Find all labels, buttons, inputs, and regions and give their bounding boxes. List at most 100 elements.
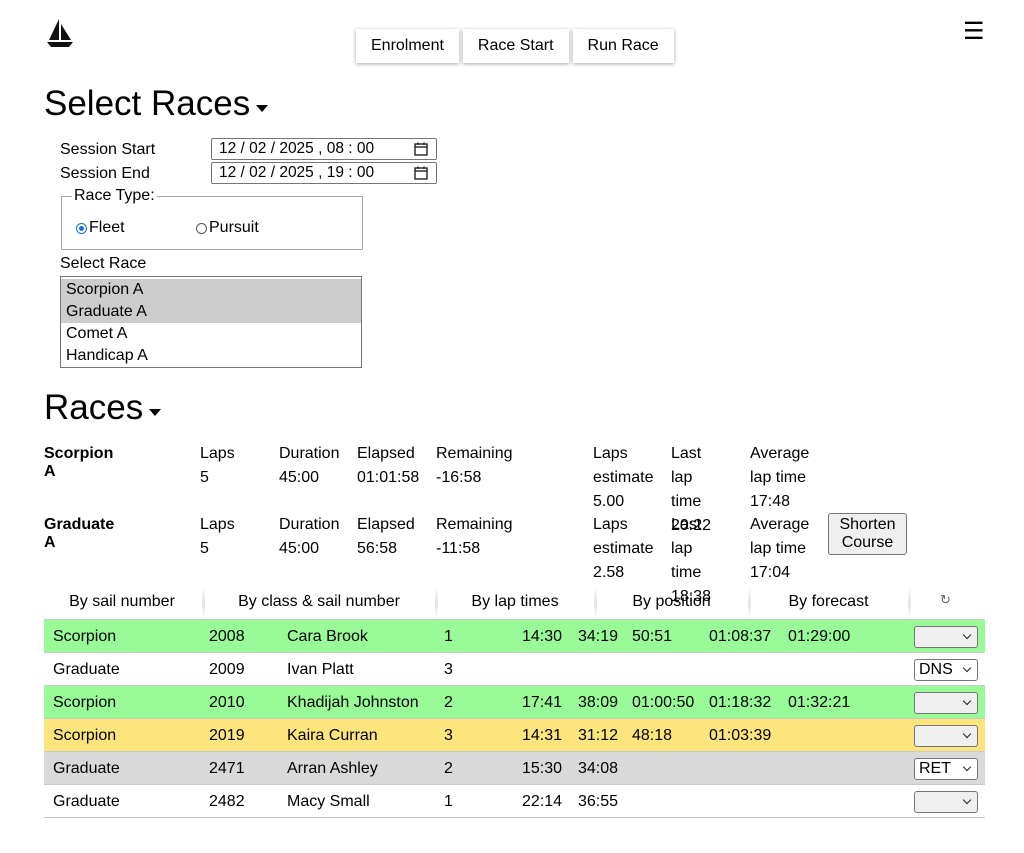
chevron-down-icon xyxy=(962,630,972,640)
entry-class: Graduate xyxy=(53,661,120,678)
entry-helm-name: Cara Brook xyxy=(287,628,368,645)
select-races-heading[interactable]: Select Races xyxy=(44,84,269,124)
entry-class: Scorpion xyxy=(53,628,117,645)
table-row[interactable]: Scorpion 2010 Khadijah Johnston 2 17:41 38:09… xyxy=(44,686,985,719)
entry-laps: 2 xyxy=(444,760,453,777)
entry-status-select[interactable] xyxy=(914,791,978,813)
table-row[interactable]: Scorpion 2019 Kaira Curran 3 14:31 31:12 48:18… xyxy=(44,719,985,752)
select-race-listbox[interactable]: Scorpion A Graduate A Comet A Handicap A xyxy=(60,276,362,368)
select-races-title: Select Races xyxy=(44,84,251,123)
entry-status-select[interactable]: DNS xyxy=(914,659,978,681)
session-start-input[interactable]: 12 / 02 / 2025 , 08 : 00 xyxy=(211,138,437,160)
tab-by-position[interactable]: By position xyxy=(597,587,746,617)
race-average-lap: Average lap time 17:04 xyxy=(750,516,810,581)
entry-helm-name: Arran Ashley xyxy=(287,760,378,777)
race-option-scorpion-a[interactable]: Scorpion A xyxy=(61,279,361,301)
table-row[interactable]: Scorpion 2008 Cara Brook 1 14:30 34:19 50:51 01… xyxy=(44,620,985,653)
session-end-value: 12 / 02 / 2025 , 19 : 00 xyxy=(219,164,375,181)
entry-status-select[interactable] xyxy=(914,626,978,648)
entry-laps: 2 xyxy=(444,694,453,711)
race-type-fleet-label: Fleet xyxy=(89,219,125,236)
races-heading[interactable]: Races xyxy=(44,388,162,428)
entry-sail-number: 2010 xyxy=(209,694,245,711)
entry-helm-name: Khadijah Johnston xyxy=(287,694,419,711)
race-name: Graduate A xyxy=(44,516,115,551)
top-nav: Enrolment Race Start Run Race xyxy=(356,29,674,63)
table-row[interactable]: Graduate 2471 Arran Ashley 2 15:30 34:08 RET xyxy=(44,752,985,785)
entry-status-value: DNS xyxy=(919,661,953,678)
entry-sail-number: 2009 xyxy=(209,661,245,678)
entry-lap-time: 14:31 xyxy=(521,727,562,744)
entries-table: Scorpion 2008 Cara Brook 1 14:30 34:19 50:51 01… xyxy=(44,619,985,818)
entry-sail-number: 2019 xyxy=(209,727,245,744)
sort-tabs: By sail number By class & sail number By… xyxy=(44,587,984,619)
race-option-graduate-a[interactable]: Graduate A xyxy=(61,301,361,323)
entry-lap-time: 01:29:00 xyxy=(788,628,851,645)
calendar-icon[interactable] xyxy=(414,166,428,180)
sailboat-logo-icon[interactable] xyxy=(46,18,74,48)
entry-lap-time: 48:18 xyxy=(632,727,673,744)
calendar-icon[interactable] xyxy=(414,142,428,156)
tab-divider xyxy=(908,587,911,619)
entry-laps: 1 xyxy=(444,793,453,810)
nav-race-start-button[interactable]: Race Start xyxy=(462,29,569,63)
entry-laps: 1 xyxy=(444,628,453,645)
entry-class: Scorpion xyxy=(53,694,117,711)
chevron-down-icon xyxy=(962,663,972,673)
session-end-input[interactable]: 12 / 02 / 2025 , 19 : 00 xyxy=(211,162,437,184)
race-name: Scorpion A xyxy=(44,445,114,480)
chevron-down-icon xyxy=(962,795,972,805)
refresh-icon[interactable]: ↻ xyxy=(940,592,951,608)
shorten-course-button[interactable]: Shorten Course xyxy=(828,513,907,555)
entry-lap-time: 01:03:39 xyxy=(709,727,772,744)
tab-by-lap-times[interactable]: By lap times xyxy=(438,587,592,617)
tab-by-forecast[interactable]: By forecast xyxy=(751,587,906,617)
entry-helm-name: Ivan Platt xyxy=(287,661,354,678)
entry-lap-time: 36:55 xyxy=(578,793,619,810)
entry-lap-time: 01:00:50 xyxy=(632,694,695,711)
entry-sail-number: 2008 xyxy=(209,628,245,645)
race-laps-estimate: Laps estimate 5.00 xyxy=(593,445,654,510)
chevron-down-icon xyxy=(962,729,972,739)
races-title: Races xyxy=(44,388,144,427)
session-end-label: Session End xyxy=(60,165,150,182)
tab-by-class-sail-number[interactable]: By class & sail number xyxy=(205,587,433,617)
race-average-lap: Average lap time 17:48 xyxy=(750,445,810,510)
entry-status-select[interactable] xyxy=(914,725,978,747)
caret-down-icon xyxy=(149,408,162,416)
entry-lap-time: 01:18:32 xyxy=(709,694,772,711)
entry-lap-time: 01:08:37 xyxy=(709,628,772,645)
entry-lap-time: 22:14 xyxy=(521,793,562,810)
race-type-fleet-radio[interactable]: Fleet xyxy=(76,219,125,237)
entry-status-select[interactable] xyxy=(914,692,978,714)
entry-class: Graduate xyxy=(53,760,120,777)
nav-enrolment-button[interactable]: Enrolment xyxy=(356,29,459,63)
nav-run-race-button[interactable]: Run Race xyxy=(572,29,674,63)
table-row[interactable]: Graduate 2009 Ivan Platt 3 DNS xyxy=(44,653,985,686)
entry-lap-time: 34:08 xyxy=(578,760,619,777)
entry-status-select[interactable]: RET xyxy=(914,758,978,780)
tab-by-sail-number[interactable]: By sail number xyxy=(44,587,200,617)
session-start-value: 12 / 02 / 2025 , 08 : 00 xyxy=(219,140,375,157)
race-remaining: Remaining -11:58 xyxy=(436,516,513,557)
race-laps: Laps 5 xyxy=(200,516,235,557)
hamburger-menu-icon[interactable]: ☰ xyxy=(963,20,985,44)
entry-class: Graduate xyxy=(53,793,120,810)
caret-down-icon xyxy=(256,104,269,112)
race-option-handicap-a[interactable]: Handicap A xyxy=(61,345,361,367)
entry-lap-time: 34:19 xyxy=(578,628,619,645)
race-option-comet-a[interactable]: Comet A xyxy=(61,323,361,345)
race-duration: Duration 45:00 xyxy=(279,516,340,557)
radio-checked-icon xyxy=(76,222,87,234)
race-type-legend: Race Type: xyxy=(74,187,155,204)
entry-lap-time: 01:32:21 xyxy=(788,694,851,711)
entry-lap-time: 15:30 xyxy=(521,760,562,777)
entry-lap-time: 31:12 xyxy=(578,727,619,744)
entry-laps: 3 xyxy=(444,727,453,744)
entry-laps: 3 xyxy=(444,661,453,678)
race-type-pursuit-radio[interactable]: Pursuit xyxy=(196,219,259,237)
radio-unchecked-icon xyxy=(196,222,207,234)
table-row[interactable]: Graduate 2482 Macy Small 1 22:14 36:55 xyxy=(44,785,985,818)
entry-lap-time: 50:51 xyxy=(632,628,673,645)
race-elapsed: Elapsed 56:58 xyxy=(357,516,415,557)
